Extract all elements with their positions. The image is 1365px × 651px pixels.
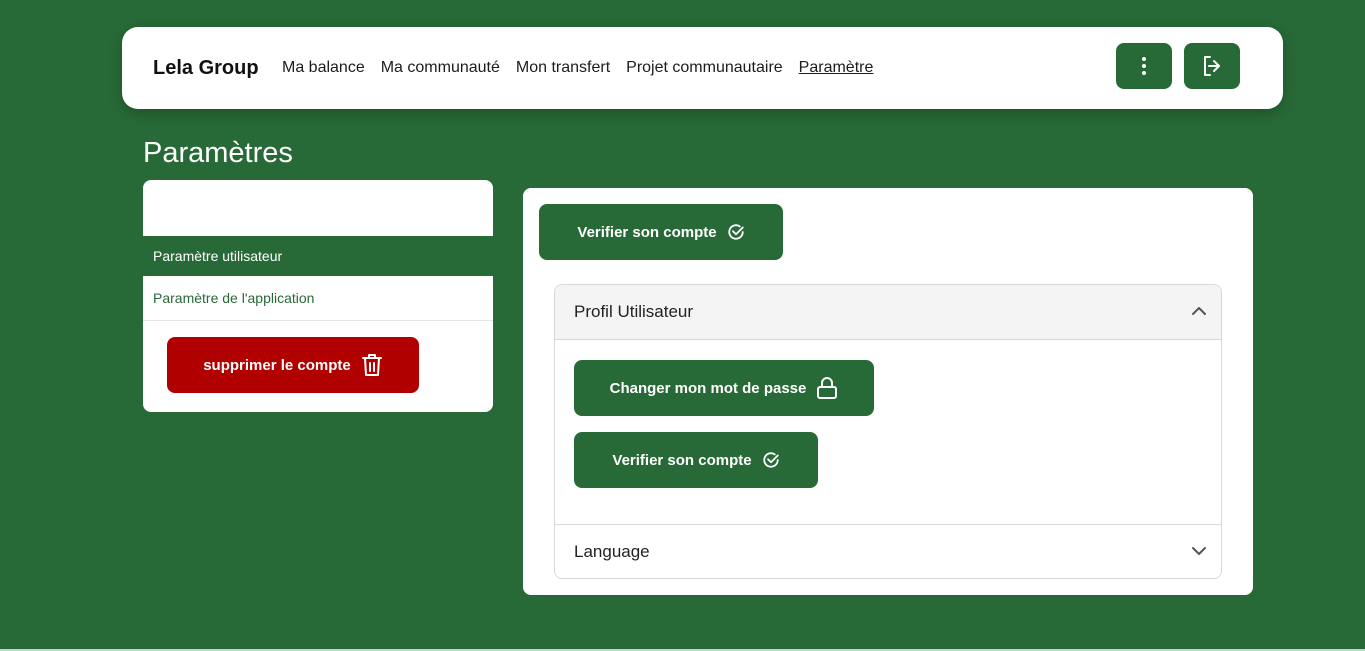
chevron-down-icon <box>1192 547 1206 555</box>
settings-content: Verifier son compte Profil Utilisateur C… <box>523 188 1253 595</box>
accordion-header-profil[interactable]: Profil Utilisateur <box>555 285 1221 340</box>
more-vertical-icon <box>1142 57 1146 75</box>
brand-logo-text[interactable]: Lela Group <box>153 57 259 80</box>
nav-link-mon-transfert[interactable]: Mon transfert <box>516 59 610 77</box>
logout-button[interactable] <box>1184 43 1240 89</box>
page: Lela Group Ma balance Ma communauté Mon … <box>0 0 1365 651</box>
accordion-title-language: Language <box>574 542 650 561</box>
verify-account-button[interactable]: Verifier son compte <box>574 432 818 488</box>
accordion-header-language[interactable]: Language <box>555 524 1221 578</box>
verify-account-label-inner: Verifier son compte <box>612 451 752 469</box>
delete-account-button[interactable]: supprimer le compte <box>167 337 419 393</box>
change-password-label: Changer mon mot de passe <box>609 379 807 397</box>
chevron-up-icon <box>1192 307 1206 315</box>
navbar: Lela Group Ma balance Ma communauté Mon … <box>122 27 1283 109</box>
check-circle-icon <box>727 224 744 240</box>
more-options-button[interactable] <box>1116 43 1172 89</box>
verify-account-button-top[interactable]: Verifier son compte <box>539 204 783 260</box>
lock-icon <box>817 377 838 399</box>
nav-link-ma-balance[interactable]: Ma balance <box>282 59 365 77</box>
page-title: Paramètres <box>143 137 293 169</box>
check-circle-icon <box>762 452 779 468</box>
logout-icon <box>1204 56 1220 76</box>
delete-account-label: supprimer le compte <box>203 356 351 374</box>
nav-link-projet-communautaire[interactable]: Projet communautaire <box>626 59 783 77</box>
nav-link-parametre[interactable]: Paramètre <box>799 59 874 77</box>
settings-sidebar: Paramètre utilisateur Paramètre de l'app… <box>143 180 493 412</box>
change-password-button[interactable]: Changer mon mot de passe <box>574 360 874 416</box>
nav-link-ma-communaute[interactable]: Ma communauté <box>381 59 500 77</box>
trash-icon <box>361 354 382 376</box>
accordion-title-profil: Profil Utilisateur <box>574 302 694 321</box>
sidebar-item-user-settings[interactable]: Paramètre utilisateur <box>143 236 493 276</box>
main-nav: Ma balance Ma communauté Mon transfert P… <box>282 59 873 77</box>
verify-account-label: Verifier son compte <box>577 223 717 241</box>
sidebar-item-app-settings[interactable]: Paramètre de l'application <box>143 276 493 321</box>
settings-accordion: Profil Utilisateur Changer mon mot de pa… <box>554 284 1222 579</box>
